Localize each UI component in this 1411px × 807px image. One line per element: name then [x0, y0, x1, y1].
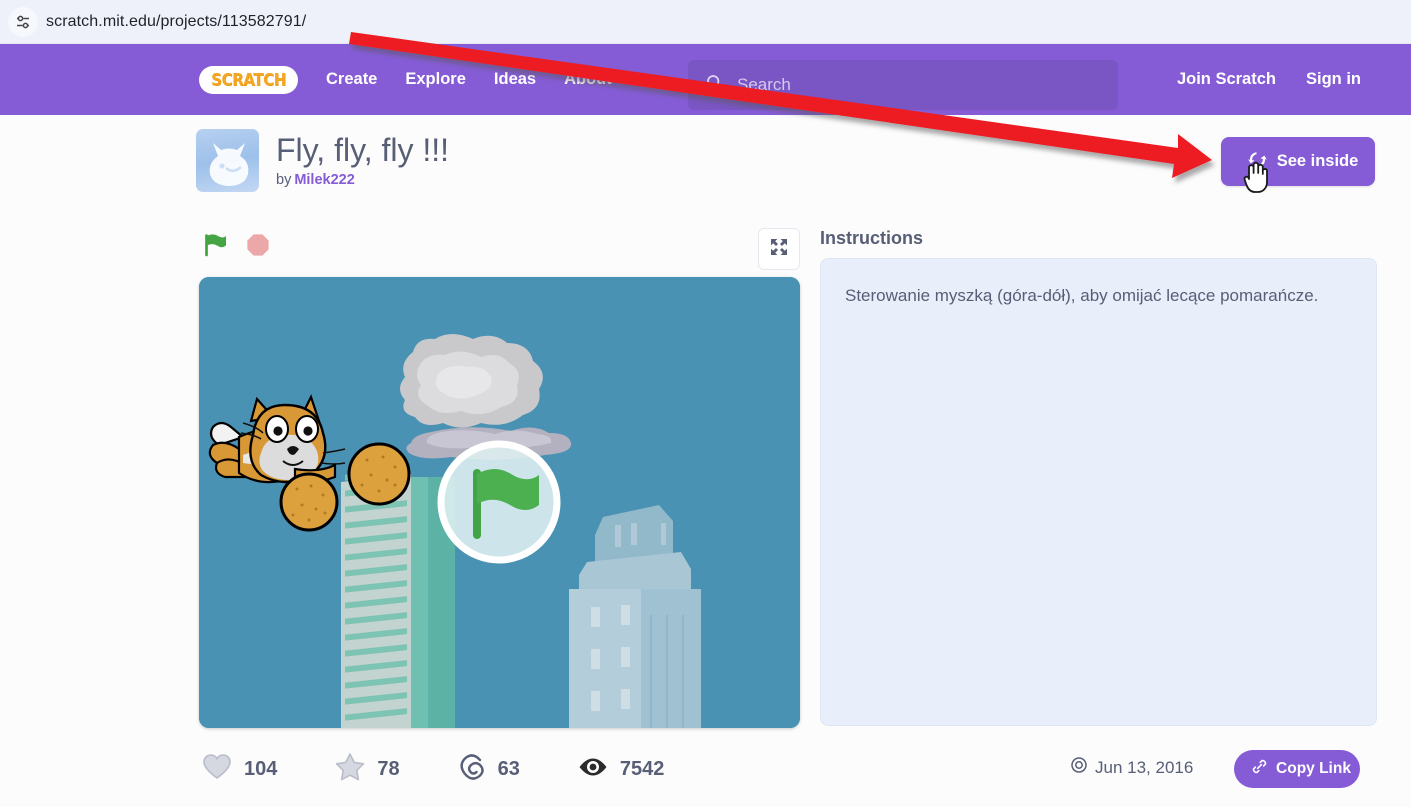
byline: by Milek222	[276, 172, 449, 188]
nav-link-explore[interactable]: Explore	[405, 70, 466, 89]
play-overlay-green-flag	[437, 440, 561, 564]
code-brackets-icon	[1247, 149, 1268, 175]
page-title: Fly, fly, fly !!!	[276, 132, 450, 168]
clock-icon	[1071, 757, 1087, 778]
browser-url-bar[interactable]: scratch.mit.edu/projects/113582791/	[0, 0, 1411, 44]
project-stats: 104 78 63 7542	[202, 752, 722, 786]
heart-icon	[202, 753, 232, 786]
stat-loves[interactable]: 104	[202, 753, 277, 786]
stat-favorites[interactable]: 78	[335, 752, 400, 786]
instructions-heading: Instructions	[820, 228, 924, 248]
stat-views-value: 7542	[619, 757, 665, 780]
expand-icon	[769, 237, 789, 262]
by-label: by	[276, 172, 292, 188]
stat-loves-value: 104	[244, 757, 278, 780]
cloud-upper	[400, 334, 543, 428]
scratch-project-page: scratch.mit.edu/projects/113582791/ SCRA…	[0, 0, 1411, 807]
see-inside-button[interactable]: See inside	[1221, 137, 1375, 186]
join-scratch-link[interactable]: Join Scratch	[1177, 70, 1276, 89]
tune-icon[interactable]	[8, 6, 38, 37]
star-icon	[335, 752, 365, 786]
stage-controls	[202, 232, 270, 258]
instructions-text: Sterowanie myszką (góra-dół), aby omijać…	[845, 286, 1319, 305]
nav-link-about[interactable]: About	[564, 70, 612, 89]
search-placeholder: Search	[737, 75, 791, 94]
project-stage[interactable]	[199, 277, 800, 728]
stat-remixes[interactable]: 63	[458, 753, 520, 786]
copy-link-label: Copy Link	[1276, 760, 1351, 777]
fullscreen-button[interactable]	[758, 228, 800, 270]
avatar[interactable]	[196, 129, 259, 192]
scratch-logo-text: SCRATCH	[211, 69, 286, 90]
url-text[interactable]: scratch.mit.edu/projects/113582791/	[46, 13, 306, 31]
date-text: Jun 13, 2016	[1095, 757, 1194, 777]
stat-views: 7542	[578, 756, 665, 783]
orange-sprite-2	[347, 442, 411, 506]
nav-link-create[interactable]: Create	[326, 70, 377, 89]
project-header: Fly, fly, fly !!! by Milek222	[196, 129, 449, 192]
shared-date: Jun 13, 2016	[1071, 757, 1193, 778]
sign-in-link[interactable]: Sign in	[1306, 70, 1361, 89]
remix-icon	[458, 753, 486, 786]
stat-remixes-value: 63	[497, 757, 520, 780]
link-icon	[1251, 758, 1268, 780]
copy-link-button[interactable]: Copy Link	[1234, 750, 1360, 788]
search-input[interactable]: Search	[688, 60, 1118, 110]
stat-favorites-value: 78	[377, 757, 400, 780]
green-flag-icon[interactable]	[202, 232, 228, 258]
nav-right-group: Join Scratch Sign in	[1147, 44, 1411, 115]
eye-icon	[578, 756, 608, 783]
nav-link-ideas[interactable]: Ideas	[494, 70, 536, 89]
orange-sprite-1	[279, 472, 339, 532]
scratch-logo[interactable]: SCRATCH	[199, 65, 298, 94]
instructions-box: Sterowanie myszką (góra-dół), aby omijać…	[820, 258, 1377, 726]
search-icon	[706, 74, 723, 96]
project-meta: Fly, fly, fly !!! by Milek222	[276, 129, 449, 192]
stop-icon[interactable]	[246, 233, 270, 257]
author-link[interactable]: Milek222	[294, 172, 354, 188]
see-inside-label: See inside	[1276, 152, 1359, 170]
